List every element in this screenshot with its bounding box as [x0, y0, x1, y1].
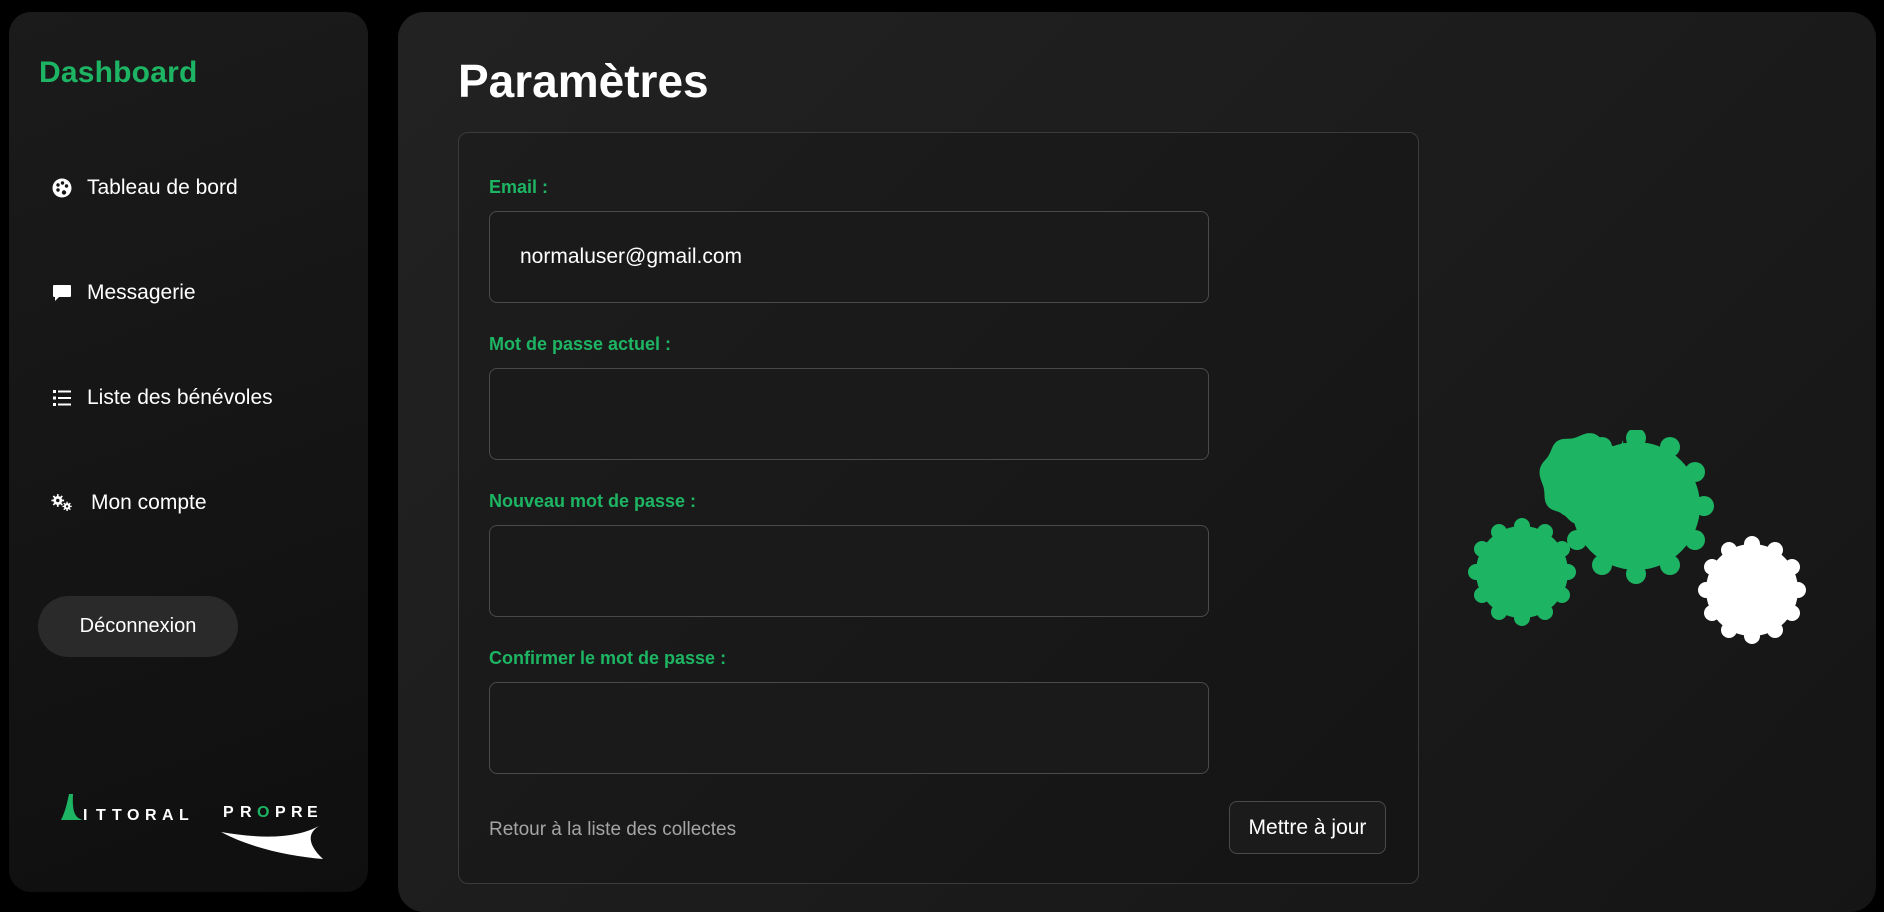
sidebar-item-label: Messagerie	[87, 281, 196, 304]
svg-text:I: I	[83, 807, 87, 824]
confirm-password-label: Confirmer le mot de passe :	[489, 648, 727, 668]
svg-text:R: R	[145, 807, 157, 824]
svg-text:T: T	[112, 807, 122, 824]
sidebar: Dashboard Tableau de bord Messagerie Lis…	[9, 12, 368, 892]
svg-text:P: P	[223, 804, 234, 821]
svg-text:T: T	[96, 807, 106, 824]
svg-text:P: P	[275, 804, 286, 821]
svg-text:E: E	[307, 804, 318, 821]
svg-text:A: A	[162, 807, 174, 824]
settings-form: Email : Mot de passe actuel : Nouveau mo…	[458, 132, 1419, 884]
sidebar-item-messagerie[interactable]: Messagerie	[51, 275, 196, 311]
sidebar-item-mon-compte[interactable]: Mon compte	[51, 485, 207, 521]
current-password-field[interactable]	[489, 368, 1209, 460]
gears-icon	[51, 492, 73, 514]
littoral-propre-logo: I T T O R A L P R O P R E	[61, 790, 331, 862]
email-label: Email :	[489, 177, 549, 197]
palette-icon	[51, 177, 73, 199]
current-password-label: Mot de passe actuel :	[489, 334, 672, 354]
confirm-password-field[interactable]	[489, 682, 1209, 774]
sidebar-item-label: Tableau de bord	[87, 176, 238, 199]
main-panel: Paramètres Email : Mot de passe actuel :…	[398, 12, 1876, 912]
page-title: Paramètres	[458, 55, 709, 107]
sidebar-item-tableau-de-bord[interactable]: Tableau de bord	[51, 170, 238, 206]
email-field[interactable]	[489, 211, 1209, 303]
logout-button[interactable]: Déconnexion	[38, 596, 238, 657]
svg-text:O: O	[257, 804, 269, 821]
update-button[interactable]: Mettre à jour	[1229, 801, 1386, 854]
new-password-label: Nouveau mot de passe :	[489, 491, 697, 511]
sidebar-item-liste-benevoles[interactable]: Liste des bénévoles	[51, 380, 273, 416]
sidebar-item-label: Liste des bénévoles	[87, 386, 273, 409]
back-to-collectes-link[interactable]: Retour à la liste des collectes	[489, 819, 736, 841]
new-password-field[interactable]	[489, 525, 1209, 617]
settings-illustration	[1466, 428, 1816, 650]
svg-text:L: L	[179, 807, 189, 824]
sidebar-brand[interactable]: Dashboard	[39, 56, 198, 90]
svg-text:R: R	[291, 804, 303, 821]
svg-text:R: R	[240, 804, 252, 821]
svg-text:O: O	[127, 807, 139, 824]
message-icon	[51, 282, 73, 304]
list-icon	[51, 387, 73, 409]
sidebar-item-label: Mon compte	[91, 491, 207, 514]
